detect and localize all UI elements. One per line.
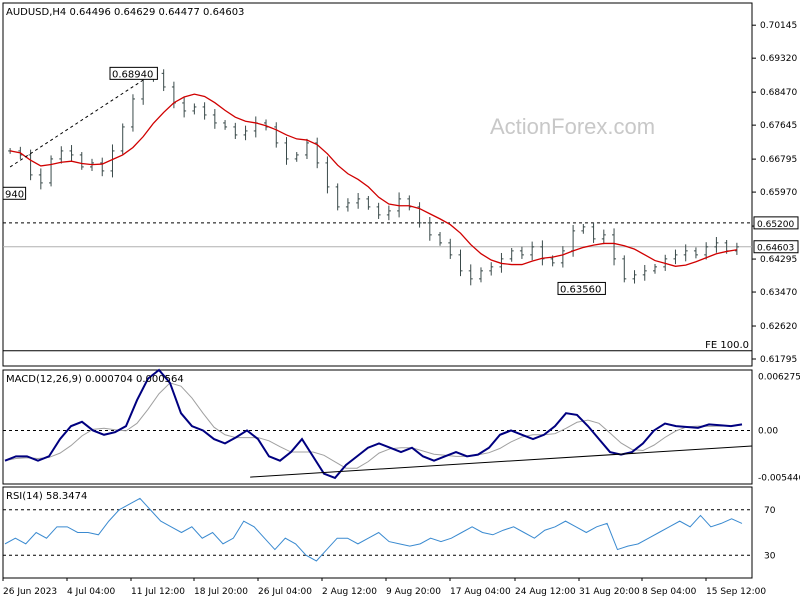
price-y-tick-label: 0.61795 [760, 355, 797, 365]
price-y-tick-label: 0.65970 [760, 188, 797, 198]
macd-header: MACD(12,26,9) 0.000704 0.000564 [6, 374, 184, 385]
annotation-label: 0.63560 [560, 284, 601, 295]
macd-trendline [250, 445, 753, 478]
rsi-line [4, 497, 743, 562]
x-tick-label: 15 Sep 12:00 [706, 587, 766, 597]
price-y-tick-label: 0.63470 [760, 288, 797, 298]
x-tick-label: 26 Jun 2023 [3, 587, 57, 597]
x-tick-label: 8 Sep 04:00 [642, 587, 697, 597]
x-tick-label: 17 Aug 04:00 [450, 587, 511, 597]
macd-panel-frame [2, 369, 753, 485]
rsi-y-tick-label: 30 [764, 551, 776, 561]
price-y-tick-label: 0.67645 [760, 121, 797, 131]
x-tick-label: 2 Aug 12:00 [322, 587, 377, 597]
price-y-tick-label: 0.64295 [760, 255, 797, 265]
macd-signal-line [4, 382, 743, 469]
x-tick-label: 11 Jul 12:00 [131, 587, 185, 597]
price-y-tick-label: 0.66795 [760, 155, 797, 165]
x-tick-label: 4 Jul 04:00 [67, 587, 116, 597]
x-tick-label: 31 Aug 20:00 [579, 587, 640, 597]
chart-svg: ActionForex.com FE 100.0 0.68940 0.63560 940… [2, 2, 800, 597]
price-y-tick-label: 0.62620 [760, 322, 797, 332]
x-tick-label: 24 Aug 12:00 [515, 587, 576, 597]
macd-y-tick-label: 0.00 [758, 426, 778, 436]
rsi-y-tick-label: 70 [764, 506, 776, 516]
rsi-header: RSI(14) 58.3474 [6, 491, 87, 502]
annotation-label: 940 [5, 189, 24, 200]
macd-y-tick-label: 0.006275 [758, 372, 800, 382]
x-tick-label: 9 Aug 20:00 [386, 587, 441, 597]
x-tick-label: 26 Jul 04:00 [258, 587, 312, 597]
fe-label: FE 100.0 [705, 340, 749, 351]
rsi-panel-frame [2, 486, 753, 579]
x-tick-label: 18 Jul 20:00 [194, 587, 248, 597]
macd-y-tick-label: -0.005446 [758, 473, 800, 483]
watermark-text: ActionForex.com [490, 114, 655, 139]
annotation-label: 0.68940 [112, 69, 153, 80]
macd-line [4, 368, 743, 480]
level-label: 0.65200 [757, 220, 794, 230]
price-y-tick-label: 0.69320 [760, 54, 797, 64]
price-panel-frame [2, 2, 753, 367]
current-price-label: 0.64603 [757, 244, 794, 254]
price-y-tick-label: 0.68470 [760, 88, 797, 98]
price-y-tick-label: 0.70145 [760, 21, 797, 31]
price-header: AUDUSD,H4 0.64496 0.64629 0.64477 0.6460… [6, 7, 244, 18]
